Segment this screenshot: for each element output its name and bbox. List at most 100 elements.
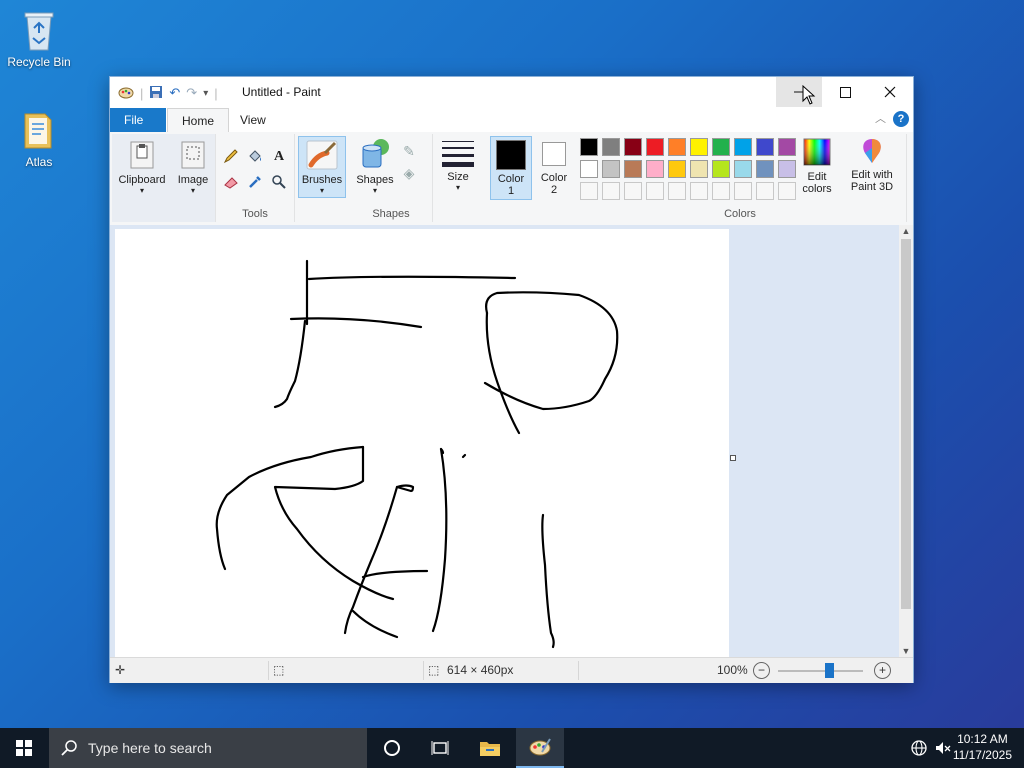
palette-swatch[interactable]: [580, 138, 598, 156]
freehand-drawing: [215, 259, 619, 649]
zoom-in-button[interactable]: +: [874, 662, 891, 679]
edit-colors-button[interactable]: Edit colors: [794, 138, 840, 195]
palette-swatch[interactable]: [624, 160, 642, 178]
palette-swatch[interactable]: [712, 138, 730, 156]
group-tools: A Tools: [216, 134, 295, 222]
paint-icon: [529, 738, 551, 756]
group-clipboard-image: Clipboard ▾ Image ▾: [112, 134, 216, 222]
eraser-icon[interactable]: [222, 174, 240, 192]
task-view-button[interactable]: [416, 728, 464, 768]
color-picker-icon[interactable]: [246, 174, 264, 192]
vertical-scrollbar[interactable]: ▲ ▼: [899, 225, 913, 657]
brush-icon: [305, 139, 339, 171]
color2-button[interactable]: Color 2: [534, 136, 574, 196]
palette-swatch[interactable]: [602, 160, 620, 178]
redo-icon[interactable]: ↷: [186, 85, 197, 101]
file-explorer-button[interactable]: [466, 728, 514, 768]
palette-empty-swatch[interactable]: [734, 182, 752, 200]
close-button[interactable]: [867, 77, 913, 107]
taskbar-clock[interactable]: 10:12 AM 11/17/2025: [953, 731, 1012, 763]
zoom-slider[interactable]: [778, 663, 863, 678]
fill-shape-icon[interactable]: ◈: [400, 164, 418, 182]
search-icon: [61, 739, 79, 760]
tab-home[interactable]: Home: [167, 108, 230, 132]
palette-swatch[interactable]: [756, 160, 774, 178]
size-button[interactable]: Size ▾: [436, 138, 480, 192]
customize-qat-icon[interactable]: ▾: [203, 88, 208, 99]
palette-empty-swatch[interactable]: [624, 182, 642, 200]
drawing-canvas[interactable]: [115, 229, 729, 659]
cortana-icon: [384, 740, 400, 756]
zoom-slider-thumb[interactable]: [824, 663, 834, 678]
scrollbar-thumb[interactable]: [901, 239, 911, 609]
palette-swatch[interactable]: [712, 160, 730, 178]
group-shapes: Shapes ▾ ✎ ◈ Shapes: [350, 134, 433, 222]
fill-icon[interactable]: [246, 148, 264, 166]
palette-empty-swatch[interactable]: [712, 182, 730, 200]
clipboard-button[interactable]: Clipboard ▾: [116, 137, 168, 195]
maximize-button[interactable]: [822, 77, 868, 107]
palette-swatch[interactable]: [668, 160, 686, 178]
mouse-cursor-icon: [802, 84, 816, 108]
image-button[interactable]: Image ▾: [172, 137, 214, 195]
desktop-icon-atlas[interactable]: Atlas: [2, 108, 76, 169]
line-size-icon: [441, 138, 475, 168]
canvas-size-icon: ⬚: [428, 663, 440, 677]
clock-time: 10:12 AM: [957, 732, 1008, 746]
palette-swatch[interactable]: [734, 138, 752, 156]
size-label: Size: [447, 171, 469, 183]
magnifier-icon[interactable]: [270, 174, 288, 192]
palette-empty-swatch[interactable]: [580, 182, 598, 200]
text-icon[interactable]: A: [270, 148, 288, 166]
paint3d-icon: [857, 136, 887, 166]
selection-size-icon: ⬚: [273, 663, 285, 677]
title-bar: | ↶ ↷ ▾ | Untitled - Paint: [110, 77, 913, 108]
scroll-up-icon[interactable]: ▲: [899, 226, 913, 236]
task-view-icon: [431, 741, 449, 755]
outline-icon[interactable]: ✎: [400, 142, 418, 160]
palette-swatch[interactable]: [734, 160, 752, 178]
palette-empty-swatch[interactable]: [690, 182, 708, 200]
tab-view[interactable]: View: [226, 108, 280, 132]
network-icon[interactable]: [910, 739, 928, 760]
edit-with-paint3d-button[interactable]: Edit with Paint 3D: [844, 136, 900, 193]
collapse-ribbon-icon[interactable]: ︿: [875, 110, 886, 126]
palette-swatch[interactable]: [580, 160, 598, 178]
palette-swatch[interactable]: [690, 160, 708, 178]
pencil-icon[interactable]: [222, 148, 240, 166]
palette-swatch[interactable]: [690, 138, 708, 156]
palette-swatch[interactable]: [756, 138, 774, 156]
shapes-group-label: Shapes: [372, 208, 410, 220]
palette-swatch[interactable]: [646, 138, 664, 156]
help-icon[interactable]: ?: [893, 111, 909, 127]
paint3d-label-2: Paint 3D: [850, 181, 894, 193]
palette-swatch[interactable]: [668, 138, 686, 156]
cortana-button[interactable]: [368, 728, 416, 768]
clipboard-label: Clipboard: [118, 174, 166, 186]
volume-muted-icon[interactable]: [934, 739, 952, 760]
palette-empty-swatch[interactable]: [646, 182, 664, 200]
tab-file[interactable]: File: [110, 108, 166, 132]
taskbar: Type here to search 10:12 AM 11/17/2025: [0, 728, 1024, 768]
palette-swatch[interactable]: [624, 138, 642, 156]
canvas-size-text: 614 × 460px: [447, 663, 514, 677]
edit-colors-icon: [803, 138, 831, 166]
color1-button[interactable]: Color 1: [490, 136, 532, 200]
save-icon[interactable]: [149, 85, 163, 102]
palette-empty-swatch[interactable]: [602, 182, 620, 200]
canvas-workspace: [110, 225, 899, 659]
palette-swatch[interactable]: [646, 160, 664, 178]
shapes-button[interactable]: Shapes ▾: [354, 137, 396, 195]
palette-empty-swatch[interactable]: [668, 182, 686, 200]
desktop-icon-recycle-bin[interactable]: Recycle Bin: [2, 8, 76, 69]
undo-icon[interactable]: ↶: [169, 85, 180, 101]
scroll-down-icon[interactable]: ▼: [899, 646, 913, 656]
palette-empty-swatch[interactable]: [756, 182, 774, 200]
zoom-out-button[interactable]: −: [753, 662, 770, 679]
start-button[interactable]: [0, 728, 48, 768]
palette-swatch[interactable]: [602, 138, 620, 156]
brushes-button[interactable]: Brushes ▾: [298, 136, 346, 198]
paint-taskbar-button[interactable]: [516, 728, 564, 768]
taskbar-search-box[interactable]: Type here to search: [49, 728, 367, 768]
canvas-resize-handle[interactable]: [730, 455, 736, 461]
